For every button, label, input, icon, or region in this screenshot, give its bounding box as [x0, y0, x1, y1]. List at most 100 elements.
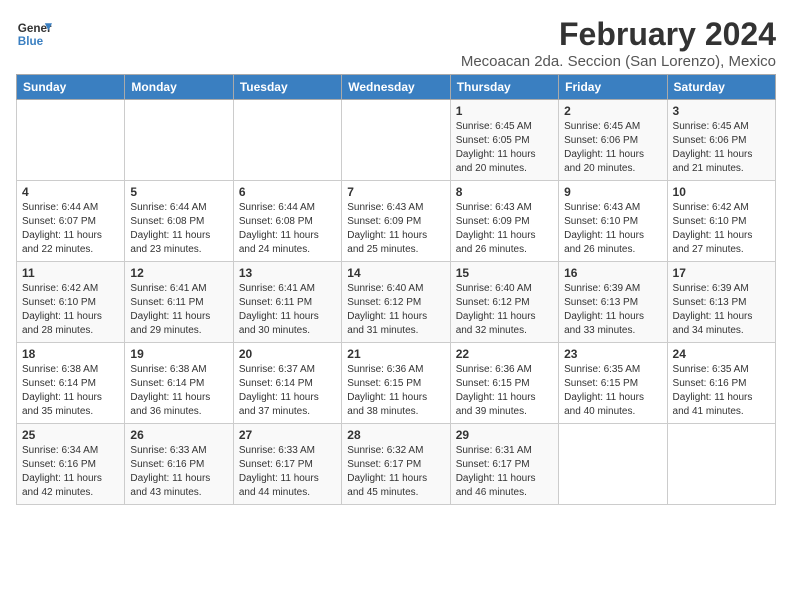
calendar-cell: 1 Sunrise: 6:45 AM Sunset: 6:05 PM Daylig… [450, 100, 558, 181]
day-number: 25 [22, 428, 119, 442]
calendar-cell: 13 Sunrise: 6:41 AM Sunset: 6:11 PM Dayli… [233, 262, 341, 343]
day-number: 17 [673, 266, 770, 280]
svg-text:Blue: Blue [18, 35, 44, 48]
cell-info: Sunrise: 6:43 AM Sunset: 6:09 PM Dayligh… [347, 201, 444, 257]
calendar-cell: 24 Sunrise: 6:35 AM Sunset: 6:16 PM Dayli… [667, 343, 775, 424]
cell-info: Sunrise: 6:39 AM Sunset: 6:13 PM Dayligh… [673, 282, 770, 338]
day-number: 13 [239, 266, 336, 280]
day-number: 15 [456, 266, 553, 280]
cell-info: Sunrise: 6:40 AM Sunset: 6:12 PM Dayligh… [456, 282, 553, 338]
main-title: February 2024 [461, 16, 776, 53]
cell-info: Sunrise: 6:37 AM Sunset: 6:14 PM Dayligh… [239, 363, 336, 419]
cell-info: Sunrise: 6:36 AM Sunset: 6:15 PM Dayligh… [347, 363, 444, 419]
calendar-cell: 9 Sunrise: 6:43 AM Sunset: 6:10 PM Daylig… [559, 181, 667, 262]
calendar-cell [667, 424, 775, 505]
day-number: 26 [130, 428, 227, 442]
subtitle: Mecoacan 2da. Seccion (San Lorenzo), Mex… [461, 53, 776, 70]
cell-info: Sunrise: 6:42 AM Sunset: 6:10 PM Dayligh… [673, 201, 770, 257]
day-number: 3 [673, 104, 770, 118]
week-row-1: 1 Sunrise: 6:45 AM Sunset: 6:05 PM Daylig… [17, 100, 776, 181]
title-area: February 2024 Mecoacan 2da. Seccion (San… [461, 16, 776, 70]
calendar-cell: 27 Sunrise: 6:33 AM Sunset: 6:17 PM Dayli… [233, 424, 341, 505]
day-number: 10 [673, 185, 770, 199]
calendar-cell: 5Sunrise: 6:44 AM Sunset: 6:08 PM Daylig… [125, 181, 233, 262]
day-number: 6 [239, 185, 336, 199]
day-number: 7 [347, 185, 444, 199]
calendar-cell: 23 Sunrise: 6:35 AM Sunset: 6:15 PM Dayli… [559, 343, 667, 424]
header-row: SundayMondayTuesdayWednesdayThursdayFrid… [17, 75, 776, 100]
header-cell-monday: Monday [125, 75, 233, 100]
cell-info: Sunrise: 6:33 AM Sunset: 6:17 PM Dayligh… [239, 444, 336, 500]
calendar-cell [17, 100, 125, 181]
day-number: 8 [456, 185, 553, 199]
calendar-cell [342, 100, 450, 181]
day-number: 9 [564, 185, 661, 199]
calendar-cell: 18Sunrise: 6:38 AM Sunset: 6:14 PM Dayli… [17, 343, 125, 424]
calendar-cell: 17 Sunrise: 6:39 AM Sunset: 6:13 PM Dayli… [667, 262, 775, 343]
calendar-cell: 8 Sunrise: 6:43 AM Sunset: 6:09 PM Daylig… [450, 181, 558, 262]
calendar-cell [125, 100, 233, 181]
logo-icon: General Blue [16, 16, 52, 52]
day-number: 11 [22, 266, 119, 280]
logo: General Blue [16, 16, 52, 52]
header-cell-tuesday: Tuesday [233, 75, 341, 100]
calendar-cell: 25 Sunrise: 6:34 AM Sunset: 6:16 PM Dayli… [17, 424, 125, 505]
calendar-cell: 3 Sunrise: 6:45 AM Sunset: 6:06 PM Daylig… [667, 100, 775, 181]
cell-info: Sunrise: 6:38 AM Sunset: 6:14 PM Dayligh… [22, 363, 119, 419]
cell-info: Sunrise: 6:36 AM Sunset: 6:15 PM Dayligh… [456, 363, 553, 419]
day-number: 4 [22, 185, 119, 199]
day-number: 14 [347, 266, 444, 280]
header-cell-wednesday: Wednesday [342, 75, 450, 100]
cell-info: Sunrise: 6:43 AM Sunset: 6:10 PM Dayligh… [564, 201, 661, 257]
day-number: 28 [347, 428, 444, 442]
calendar-cell: 14 Sunrise: 6:40 AM Sunset: 6:12 PM Dayli… [342, 262, 450, 343]
calendar-cell [559, 424, 667, 505]
calendar-cell: 20Sunrise: 6:37 AM Sunset: 6:14 PM Dayli… [233, 343, 341, 424]
calendar-cell: 15 Sunrise: 6:40 AM Sunset: 6:12 PM Dayli… [450, 262, 558, 343]
cell-info: Sunrise: 6:35 AM Sunset: 6:16 PM Dayligh… [673, 363, 770, 419]
cell-info: Sunrise: 6:41 AM Sunset: 6:11 PM Dayligh… [130, 282, 227, 338]
day-number: 2 [564, 104, 661, 118]
day-number: 16 [564, 266, 661, 280]
header-cell-saturday: Saturday [667, 75, 775, 100]
week-row-3: 11 Sunrise: 6:42 AM Sunset: 6:10 PM Dayli… [17, 262, 776, 343]
cell-info: Sunrise: 6:45 AM Sunset: 6:06 PM Dayligh… [673, 120, 770, 176]
calendar-cell: 12 Sunrise: 6:41 AM Sunset: 6:11 PM Dayli… [125, 262, 233, 343]
cell-info: Sunrise: 6:40 AM Sunset: 6:12 PM Dayligh… [347, 282, 444, 338]
week-row-4: 18Sunrise: 6:38 AM Sunset: 6:14 PM Dayli… [17, 343, 776, 424]
calendar-cell: 16Sunrise: 6:39 AM Sunset: 6:13 PM Dayli… [559, 262, 667, 343]
day-number: 27 [239, 428, 336, 442]
header: General Blue February 2024 Mecoacan 2da.… [16, 16, 776, 70]
day-number: 12 [130, 266, 227, 280]
day-number: 22 [456, 347, 553, 361]
day-number: 23 [564, 347, 661, 361]
cell-info: Sunrise: 6:45 AM Sunset: 6:05 PM Dayligh… [456, 120, 553, 176]
cell-info: Sunrise: 6:34 AM Sunset: 6:16 PM Dayligh… [22, 444, 119, 500]
calendar-cell: 2Sunrise: 6:45 AM Sunset: 6:06 PM Daylig… [559, 100, 667, 181]
calendar-cell: 10 Sunrise: 6:42 AM Sunset: 6:10 PM Dayli… [667, 181, 775, 262]
header-cell-thursday: Thursday [450, 75, 558, 100]
week-row-5: 25 Sunrise: 6:34 AM Sunset: 6:16 PM Dayli… [17, 424, 776, 505]
cell-info: Sunrise: 6:35 AM Sunset: 6:15 PM Dayligh… [564, 363, 661, 419]
cell-info: Sunrise: 6:31 AM Sunset: 6:17 PM Dayligh… [456, 444, 553, 500]
week-row-2: 4 Sunrise: 6:44 AM Sunset: 6:07 PM Daylig… [17, 181, 776, 262]
calendar-cell: 6 Sunrise: 6:44 AM Sunset: 6:08 PM Daylig… [233, 181, 341, 262]
calendar-cell: 29 Sunrise: 6:31 AM Sunset: 6:17 PM Dayli… [450, 424, 558, 505]
cell-info: Sunrise: 6:41 AM Sunset: 6:11 PM Dayligh… [239, 282, 336, 338]
calendar-cell: 4 Sunrise: 6:44 AM Sunset: 6:07 PM Daylig… [17, 181, 125, 262]
day-number: 21 [347, 347, 444, 361]
calendar-cell: 26 Sunrise: 6:33 AM Sunset: 6:16 PM Dayli… [125, 424, 233, 505]
header-cell-friday: Friday [559, 75, 667, 100]
day-number: 29 [456, 428, 553, 442]
cell-info: Sunrise: 6:44 AM Sunset: 6:07 PM Dayligh… [22, 201, 119, 257]
day-number: 24 [673, 347, 770, 361]
calendar-cell: 7 Sunrise: 6:43 AM Sunset: 6:09 PM Daylig… [342, 181, 450, 262]
day-number: 1 [456, 104, 553, 118]
calendar-cell [233, 100, 341, 181]
cell-info: Sunrise: 6:33 AM Sunset: 6:16 PM Dayligh… [130, 444, 227, 500]
cell-info: Sunrise: 6:44 AM Sunset: 6:08 PM Dayligh… [239, 201, 336, 257]
calendar-cell: 28 Sunrise: 6:32 AM Sunset: 6:17 PM Dayli… [342, 424, 450, 505]
cell-info: Sunrise: 6:42 AM Sunset: 6:10 PM Dayligh… [22, 282, 119, 338]
cell-info: Sunrise: 6:43 AM Sunset: 6:09 PM Dayligh… [456, 201, 553, 257]
cell-info: Sunrise: 6:32 AM Sunset: 6:17 PM Dayligh… [347, 444, 444, 500]
